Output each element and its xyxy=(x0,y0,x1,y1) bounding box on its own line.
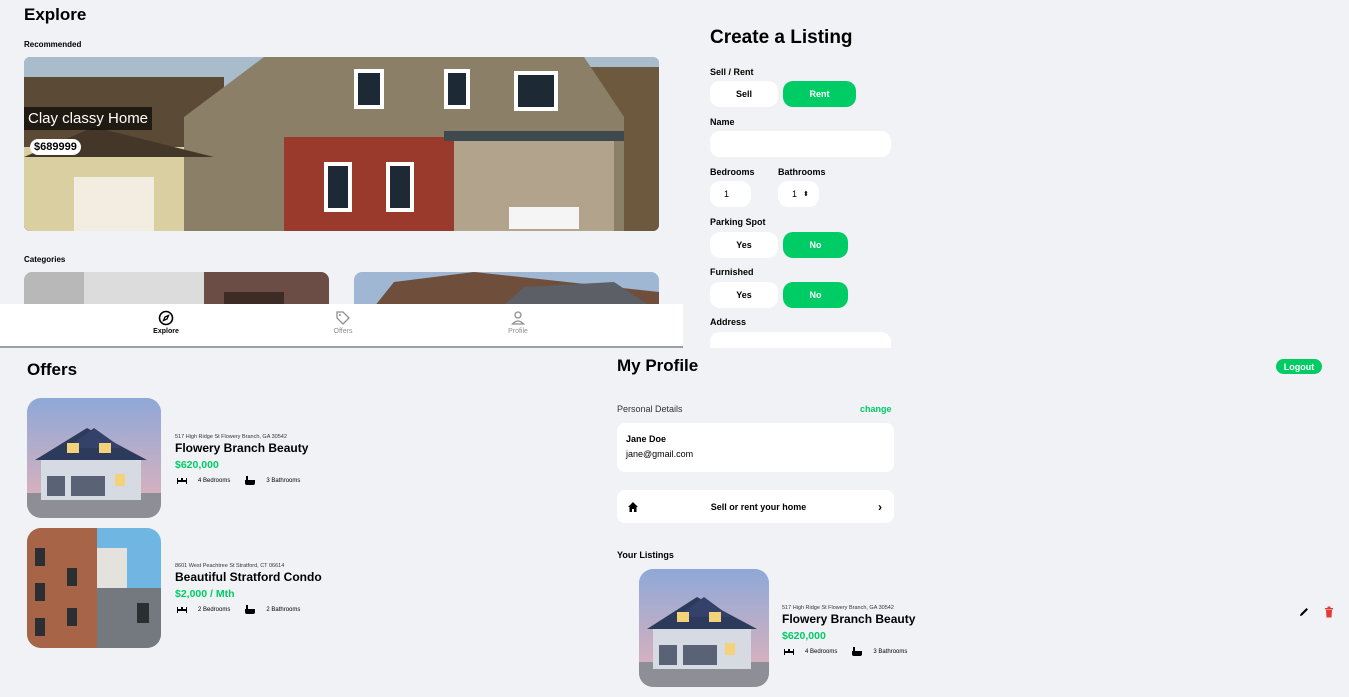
bedrooms-count: 2 Bedrooms xyxy=(198,606,231,613)
edit-pencil-icon[interactable] xyxy=(1298,606,1310,618)
featured-listing-name: Clay classy Home xyxy=(24,107,153,130)
rent-button[interactable]: Rent xyxy=(783,81,856,107)
tab-label: Offers xyxy=(333,328,353,335)
bathrooms-input[interactable]: 1 ⬍ xyxy=(778,181,819,207)
page-title: Create a Listing xyxy=(710,27,853,48)
person-icon xyxy=(511,311,525,325)
sell-rent-label: Sell / Rent xyxy=(710,67,754,77)
name-label: Name xyxy=(710,117,735,127)
profile-screen: My Profile Logout Personal Details chang… xyxy=(590,348,1349,697)
featured-listing-price: $689999 xyxy=(30,139,81,155)
furnished-no-button[interactable]: No xyxy=(783,282,848,308)
bed-icon xyxy=(177,478,187,484)
condo-photo xyxy=(27,528,161,648)
bathtub-icon xyxy=(245,476,256,485)
listing-address: 8601 West Peachtree St Stratford, CT 066… xyxy=(175,563,285,569)
bed-icon xyxy=(784,649,794,655)
parking-no-button[interactable]: No xyxy=(783,232,848,258)
explore-screen: Explore Recommended Clay classy Home $68… xyxy=(0,0,683,348)
bedrooms-label: Bedrooms xyxy=(710,167,755,177)
tab-label: Profile xyxy=(508,328,528,335)
create-listing-screen: Create a Listing Sell / Rent Sell Rent N… xyxy=(683,0,1349,348)
name-input[interactable] xyxy=(710,131,891,157)
listing-image xyxy=(27,528,161,648)
featured-listing-card[interactable] xyxy=(24,57,659,231)
spinner-icon[interactable]: ⬍ xyxy=(803,190,809,198)
personal-details-label: Personal Details xyxy=(617,404,683,414)
bathrooms-count: 2 Bathrooms xyxy=(266,606,301,613)
user-email: jane@gmail.com xyxy=(626,449,694,459)
bathtub-icon xyxy=(245,605,256,614)
tab-explore[interactable]: Explore xyxy=(126,310,206,335)
tag-icon xyxy=(336,311,350,325)
offers-screen: Offers 517 High Ridge St Flowery Branch,… xyxy=(0,348,590,697)
bathrooms-label: Bathrooms xyxy=(778,167,826,177)
bathtub-icon xyxy=(852,647,863,656)
change-link[interactable]: change xyxy=(860,404,892,414)
listing-price: $2,000 / Mth xyxy=(175,588,235,600)
furnished-yes-button[interactable]: Yes xyxy=(710,282,778,308)
bedrooms-count: 4 Bedrooms xyxy=(805,648,838,655)
recommended-label: Recommended xyxy=(24,40,82,49)
listing-price: $620,000 xyxy=(782,630,826,642)
bedrooms-count: 4 Bedrooms xyxy=(198,477,231,484)
logout-button[interactable]: Logout xyxy=(1276,359,1322,374)
listing-name: Beautiful Stratford Condo xyxy=(175,570,322,584)
house-photo xyxy=(27,398,161,518)
bathrooms-value: 1 xyxy=(792,189,798,199)
listing-address: 517 High Ridge St Flowery Branch, GA 305… xyxy=(782,605,894,611)
bottom-tab-bar: Explore Offers Profile xyxy=(0,304,683,348)
tab-profile[interactable]: Profile xyxy=(478,310,558,335)
bed-icon xyxy=(177,607,187,613)
listing-info: 4 Bedrooms 3 Bathrooms xyxy=(783,646,907,657)
furnished-label: Furnished xyxy=(710,267,754,277)
listing-name: Flowery Branch Beauty xyxy=(782,612,916,626)
page-title: My Profile xyxy=(617,356,699,375)
bedrooms-input[interactable]: 1 xyxy=(710,181,751,207)
home-icon xyxy=(628,501,638,512)
address-input[interactable] xyxy=(710,332,891,348)
tab-label: Explore xyxy=(153,328,179,335)
categories-label: Categories xyxy=(24,255,66,264)
chevron-right-icon: › xyxy=(878,499,882,514)
page-title: Offers xyxy=(27,360,78,379)
user-name: Jane Doe xyxy=(626,434,667,444)
compass-icon xyxy=(158,310,174,326)
listing-info: 2 Bedrooms 2 Bathrooms xyxy=(176,604,300,615)
explore-title: Explore xyxy=(24,5,87,24)
sell-rent-home-link[interactable]: Sell or rent your home › xyxy=(617,490,894,523)
parking-yes-button[interactable]: Yes xyxy=(710,232,778,258)
bathrooms-count: 3 Bathrooms xyxy=(266,477,301,484)
sell-rent-label: Sell or rent your home xyxy=(710,501,807,512)
listing-info: 4 Bedrooms 3 Bathrooms xyxy=(176,475,300,486)
listing-image xyxy=(27,398,161,518)
listing-image xyxy=(639,569,769,687)
personal-details-card: Jane Doe jane@gmail.com xyxy=(617,423,894,472)
address-label: Address xyxy=(710,317,747,327)
listing-price: $620,000 xyxy=(175,459,219,471)
listing-address: 517 High Ridge St Flowery Branch, GA 305… xyxy=(175,434,287,440)
house-photo xyxy=(24,57,659,231)
parking-label: Parking Spot xyxy=(710,217,766,227)
house-photo xyxy=(639,569,769,687)
delete-trash-icon[interactable] xyxy=(1324,606,1334,618)
tab-offers[interactable]: Offers xyxy=(303,310,383,335)
listing-name: Flowery Branch Beauty xyxy=(175,441,309,455)
bathrooms-count: 3 Bathrooms xyxy=(873,648,908,655)
your-listings-label: Your Listings xyxy=(617,550,674,560)
sell-button[interactable]: Sell xyxy=(710,81,778,107)
